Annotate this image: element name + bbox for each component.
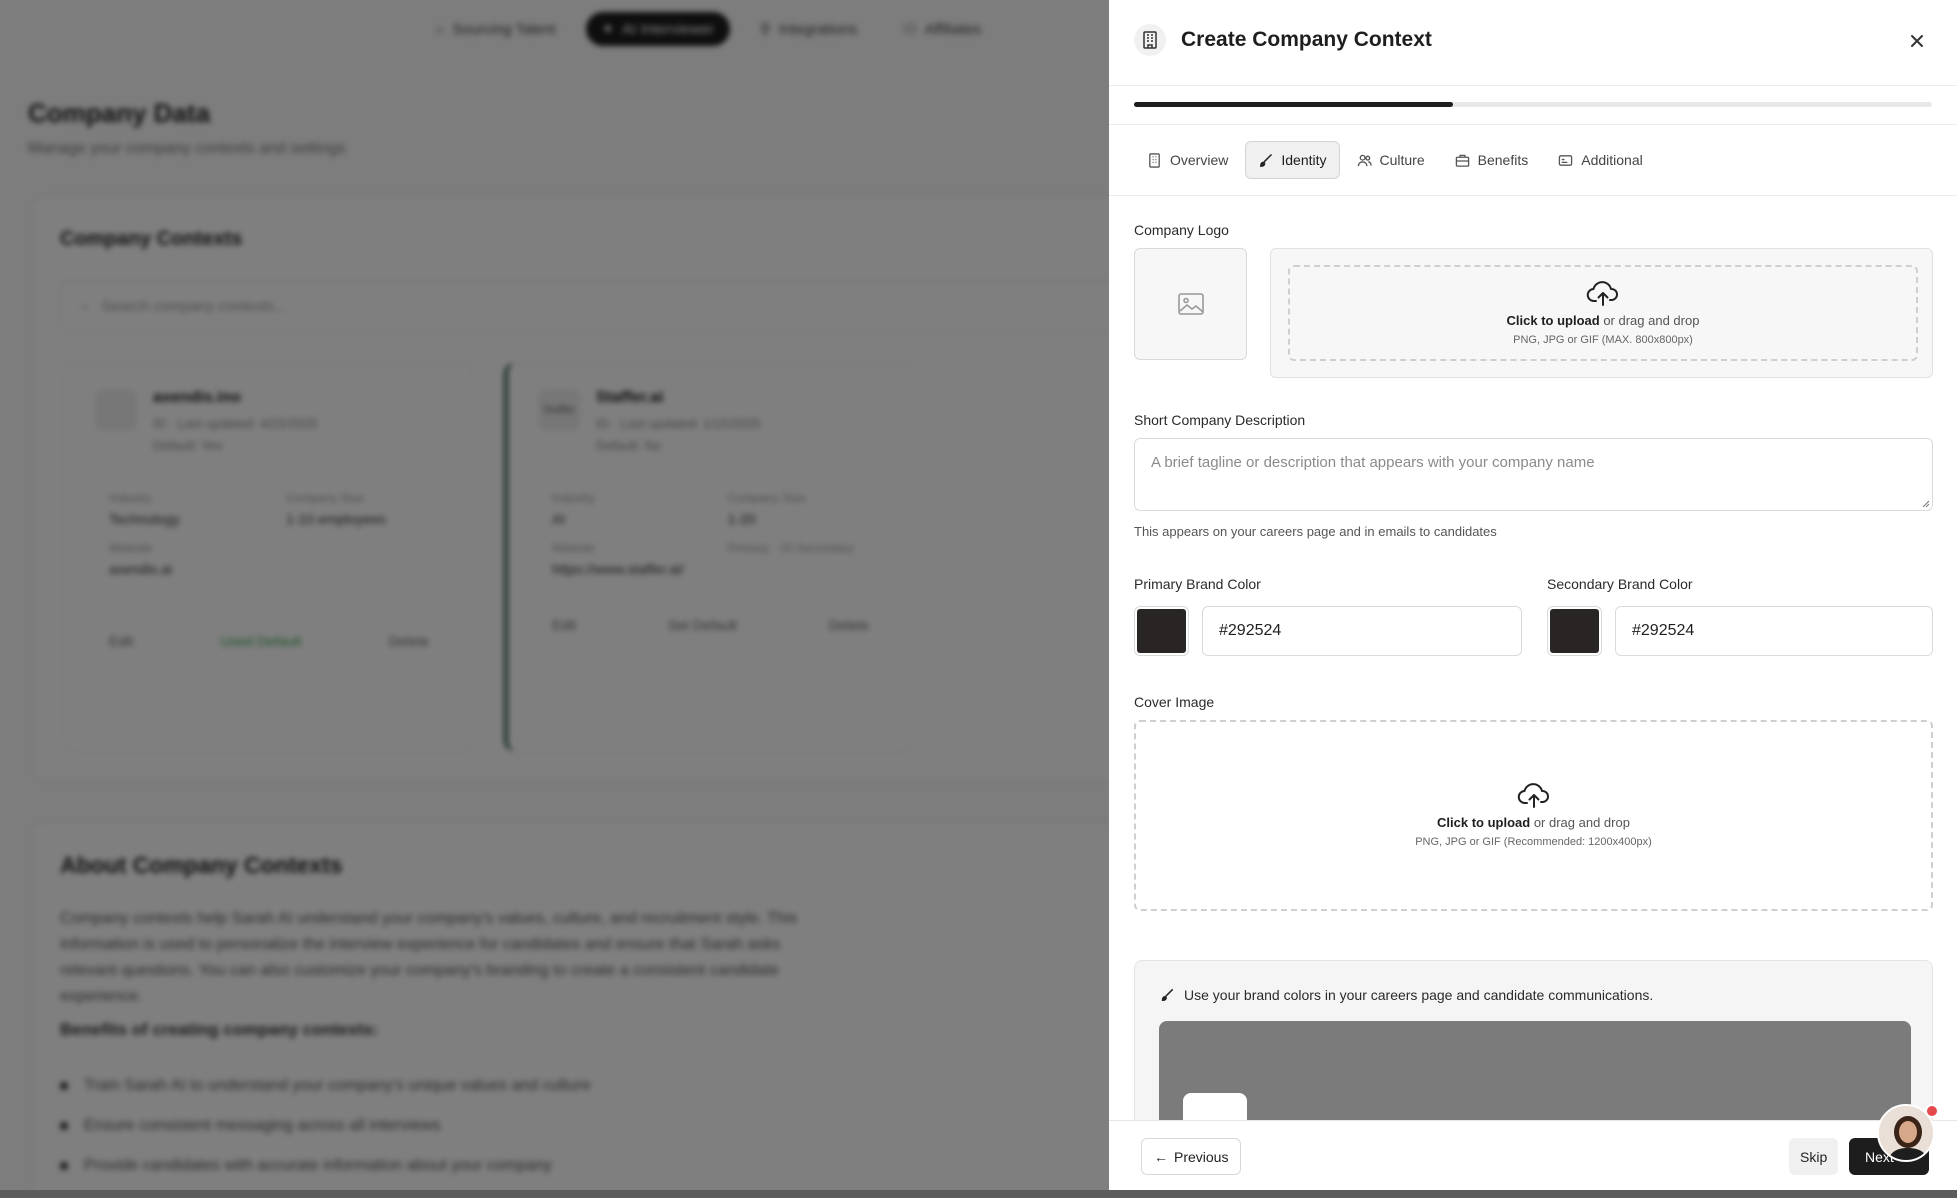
bottom-bar	[0, 1190, 1957, 1198]
logo-upload-area: Click to upload or drag and drop PNG, JP…	[1270, 248, 1933, 378]
tab-identity[interactable]: Identity	[1245, 141, 1340, 179]
secondary-color-fill	[1550, 609, 1599, 653]
create-context-drawer: Create Company Context Overview Identity…	[1109, 0, 1957, 1198]
drawer-footer: ← Previous Skip Next	[1109, 1120, 1957, 1190]
upload-instruction: Click to upload or drag and drop	[1506, 312, 1700, 328]
cover-dropzone[interactable]: Click to upload or drag and drop PNG, JP…	[1134, 720, 1933, 911]
tab-overview[interactable]: Overview	[1134, 141, 1241, 179]
primary-color-input[interactable]: #292524	[1202, 606, 1522, 656]
primary-color-label: Primary Brand Color	[1134, 576, 1261, 592]
resize-handle-icon[interactable]	[1920, 498, 1930, 508]
card-icon	[1558, 154, 1573, 166]
drawer-header: Create Company Context	[1109, 0, 1957, 86]
description-placeholder: A brief tagline or description that appe…	[1151, 454, 1595, 471]
preview-caption: Use your brand colors in your careers pa…	[1160, 987, 1653, 1003]
secondary-color-input[interactable]: #292524	[1615, 606, 1933, 656]
logo-dropzone[interactable]: Click to upload or drag and drop PNG, JP…	[1288, 265, 1918, 361]
tab-culture[interactable]: Culture	[1344, 141, 1438, 179]
cover-image-label: Cover Image	[1134, 694, 1215, 710]
upload-hint: PNG, JPG or GIF (Recommended: 1200x400px…	[1415, 836, 1652, 848]
upload-link[interactable]: Click to upload	[1507, 313, 1600, 328]
cloud-upload-icon	[1586, 280, 1618, 306]
primary-color-swatch[interactable]	[1134, 606, 1189, 656]
upload-instruction: Click to upload or drag and drop	[1437, 815, 1630, 830]
previous-button[interactable]: ← Previous	[1141, 1138, 1242, 1175]
tab-benefits[interactable]: Benefits	[1442, 141, 1542, 179]
logo-preview	[1134, 248, 1247, 360]
briefcase-icon	[1455, 154, 1469, 167]
description-textarea[interactable]: A brief tagline or description that appe…	[1134, 438, 1933, 511]
tab-additional[interactable]: Additional	[1545, 141, 1656, 179]
tabs-bar: Overview Identity Culture Benefits Addit…	[1109, 124, 1957, 196]
image-icon	[1177, 293, 1204, 315]
skip-button[interactable]: Skip	[1789, 1138, 1839, 1175]
brush-icon	[1260, 153, 1273, 167]
upload-hint: PNG, JPG or GIF (MAX. 800x800px)	[1513, 333, 1693, 346]
progress-bar	[1134, 102, 1932, 107]
primary-color-fill	[1137, 609, 1186, 653]
description-help: This appears on your careers page and in…	[1134, 524, 1497, 539]
close-button[interactable]	[1903, 27, 1931, 55]
progress-fill	[1134, 102, 1454, 107]
users-icon	[1357, 154, 1372, 166]
arrow-left-icon: ←	[1154, 1148, 1168, 1165]
logo-label: Company Logo	[1134, 222, 1229, 238]
drawer-title: Create Company Context	[1181, 28, 1432, 51]
description-label: Short Company Description	[1134, 412, 1306, 428]
building-icon	[1134, 24, 1166, 56]
upload-link[interactable]: Click to upload	[1437, 815, 1530, 830]
notification-badge	[1925, 1104, 1939, 1118]
building-icon	[1149, 152, 1160, 168]
brush-icon	[1161, 988, 1174, 1002]
close-icon	[1911, 35, 1923, 47]
secondary-color-swatch[interactable]	[1547, 606, 1602, 656]
secondary-color-label: Secondary Brand Color	[1547, 576, 1693, 592]
cloud-upload-icon	[1517, 783, 1549, 808]
